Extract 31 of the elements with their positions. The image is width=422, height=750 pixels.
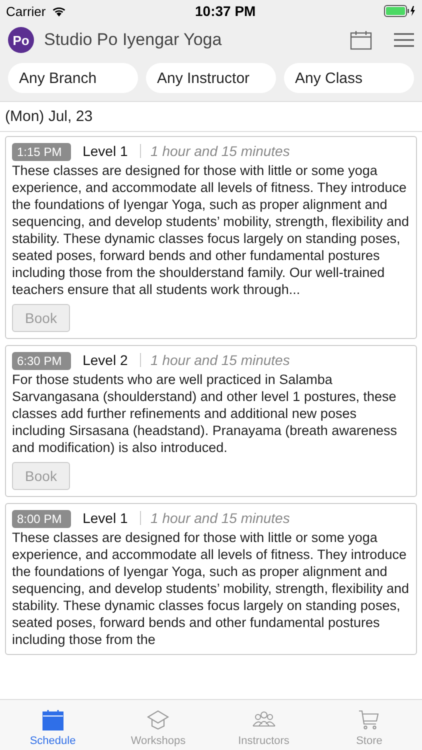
date-heading: (Mon) Jul, 23: [0, 101, 422, 132]
time-badge: 1:15 PM: [12, 143, 71, 161]
tab-item[interactable]: Instructors: [211, 700, 316, 750]
filter-dropdown[interactable]: Any Branch: [8, 63, 138, 93]
battery-icon: [384, 5, 416, 17]
time-badge: 8:00 PM: [12, 510, 71, 528]
class-name: Level 1: [82, 510, 128, 526]
graduation-cap-icon: [146, 709, 170, 731]
tab-item[interactable]: Store: [316, 700, 422, 750]
cart-icon: [357, 709, 382, 731]
status-time: 10:37 PM: [195, 3, 256, 19]
calendar-icon[interactable]: [350, 30, 372, 50]
wifi-icon: [50, 5, 67, 17]
tab-item[interactable]: Schedule: [0, 700, 106, 750]
app-title: Studio Po Iyengar Yoga: [44, 30, 223, 50]
class-description: These classes are designed for those with little or some yoga experience, and accommodate all levels of fitness. They introduce the foundations of Iyengar Yoga, such as proper alignment and sequencing, and develop students’ mobility, strength, flexibility and stability. These dynamic classes focus largely on standing poses, seated poses, forward bends and other fundamental postures including those from the: [12, 529, 410, 648]
carrier-name: Carrier: [6, 4, 46, 18]
class-description: These classes are designed for those with little or some yoga experience, and accommodate all levels of fitness. They introduce the foundations of Iyengar Yoga, such as proper alignment and sequencing, and develop students’ mobility, strength, flexibility and stability. These dynamic classes focus largely on standing poses, seated poses, forward bends and other fundamental postures including those from the shoulderstand family. Our well-trained teachers ensure that all students work through...: [12, 162, 410, 298]
class-description: For those students who are well practiced in Salamba Sarvangasana (shoulderstand) and other level 1 postures, these classes add further refinements and additional new poses including Sirsasana (headstand). Pranayama (breath awareness and modification) is also introduced.: [12, 371, 398, 456]
filter-dropdown[interactable]: Any Instructor: [146, 63, 276, 93]
filter-dropdown[interactable]: Any Class: [284, 63, 414, 93]
calendar-icon: [42, 709, 64, 731]
class-name: Level 1: [82, 143, 128, 159]
class-duration: 1 hour and 15 minutes: [150, 510, 290, 526]
class-name: Level 2: [82, 352, 128, 368]
menu-icon[interactable]: [394, 33, 414, 47]
tab-item[interactable]: Workshops: [106, 700, 211, 750]
class-duration: 1 hour and 15 minutes: [150, 143, 290, 159]
time-badge: 6:30 PM: [12, 352, 71, 370]
studio-logo: Po: [8, 27, 34, 53]
class-duration: 1 hour and 15 minutes: [150, 352, 290, 368]
